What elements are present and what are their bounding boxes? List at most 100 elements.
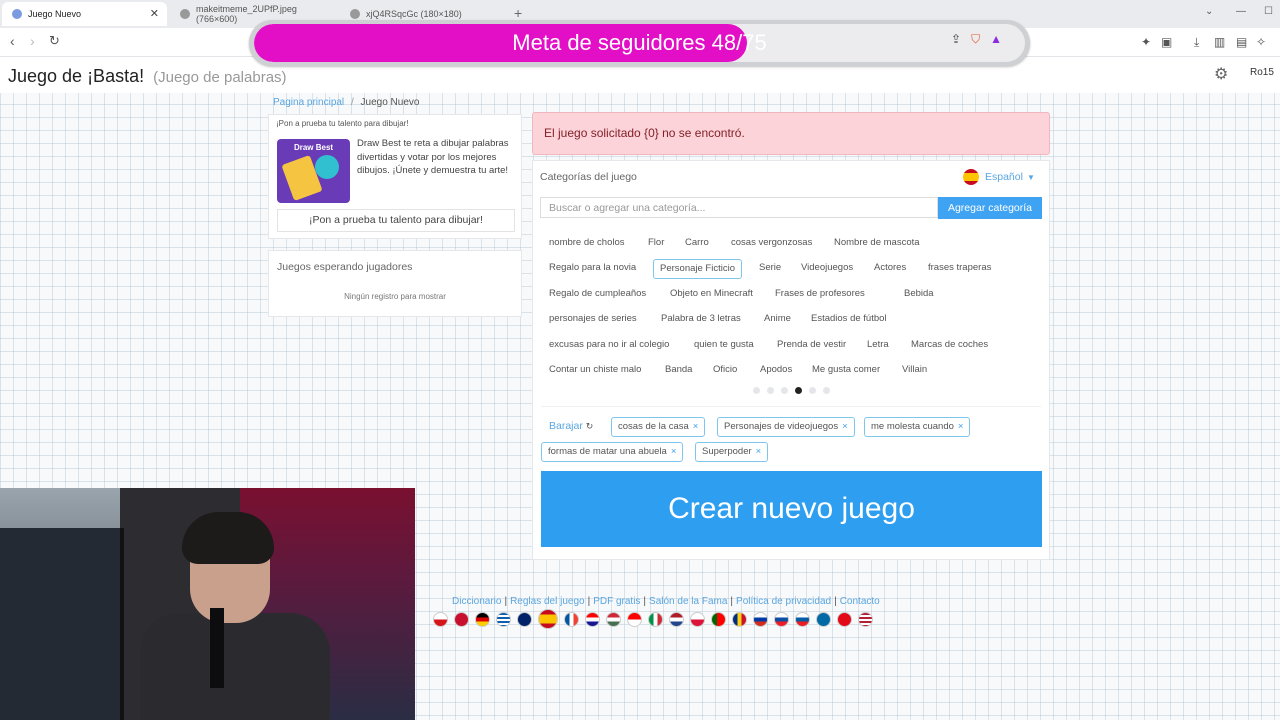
category-chip[interactable]: Frases de profesores (775, 285, 865, 303)
category-chip[interactable]: Regalo para la novia (549, 259, 636, 277)
france-flag-icon[interactable] (564, 612, 579, 627)
category-chip[interactable]: Objeto en Minecraft (670, 285, 753, 303)
shuffle-button[interactable]: Barajar ↻ (549, 420, 593, 432)
portugal-flag-icon[interactable] (711, 612, 726, 627)
category-chip[interactable]: Serie (759, 259, 781, 277)
wallet-icon[interactable]: ▤ (1236, 35, 1247, 49)
slovakia-flag-icon[interactable] (774, 612, 789, 627)
selected-category-tag[interactable]: me molesta cuando × (864, 417, 971, 437)
add-category-button[interactable]: Agregar categoría (938, 197, 1042, 219)
new-tab-button[interactable]: + (514, 5, 522, 21)
draw-best-button[interactable]: ¡Pon a prueba tu talento para dibujar! (277, 209, 515, 232)
sidebar-icon[interactable]: ▥ (1214, 35, 1225, 49)
leo-icon[interactable]: ✧ (1256, 35, 1266, 49)
minimize-icon[interactable]: — (1236, 6, 1246, 17)
carousel-dot[interactable] (809, 387, 816, 394)
category-chip[interactable]: Palabra de 3 letras (661, 310, 741, 328)
hungary-flag-icon[interactable] (606, 612, 621, 627)
category-chip[interactable]: Banda (665, 361, 692, 379)
usa-flag-icon[interactable] (858, 612, 873, 627)
remove-tag-icon[interactable]: × (693, 421, 699, 432)
gear-icon[interactable]: ⚙ (1214, 64, 1228, 84)
footer-link[interactable]: Diccionario (452, 596, 501, 607)
category-chip[interactable]: Marcas de coches (911, 336, 988, 354)
reload-icon[interactable]: ↻ (49, 33, 60, 49)
username[interactable]: Ro15 (1250, 67, 1274, 78)
category-chip[interactable]: Estadios de fútbol (811, 310, 887, 328)
category-chip[interactable]: Contar un chiste malo (549, 361, 641, 379)
category-search-input[interactable]: Buscar o agregar una categoría... (540, 197, 938, 218)
create-game-button[interactable]: Crear nuevo juego (541, 471, 1042, 547)
germany-flag-icon[interactable] (475, 612, 490, 627)
category-chip[interactable]: Actores (874, 259, 906, 277)
russia-flag-icon[interactable] (753, 612, 768, 627)
selected-category-tag[interactable]: Superpoder × (695, 442, 769, 462)
category-chip[interactable]: Apodos (760, 361, 792, 379)
carousel-dot[interactable] (767, 387, 774, 394)
category-chip[interactable]: Carro (685, 234, 709, 252)
spain-flag-icon[interactable] (538, 609, 558, 629)
spain-flag-icon (963, 169, 979, 185)
remove-tag-icon[interactable]: × (756, 446, 762, 457)
footer-link[interactable]: Política de privacidad (736, 596, 831, 607)
remove-tag-icon[interactable]: × (958, 421, 964, 432)
category-chip[interactable]: nombre de cholos (549, 234, 625, 252)
poland-flag-icon[interactable] (690, 612, 705, 627)
carousel-dot[interactable] (823, 387, 830, 394)
selected-category-tag[interactable]: cosas de la casa × (611, 417, 706, 437)
footer-link[interactable]: PDF gratis (593, 596, 640, 607)
language-selector[interactable]: Español ▼ (963, 169, 1035, 185)
category-chip[interactable]: Oficio (713, 361, 737, 379)
selected-category-tag[interactable]: formas de matar una abuela × (541, 442, 684, 462)
browser-tab[interactable]: Juego Nuevo ✕ (2, 2, 167, 26)
category-chip[interactable]: Personaje Ficticio (653, 259, 742, 279)
download-icon[interactable]: ⤓ (1194, 35, 1199, 50)
back-icon[interactable]: ‹ (10, 33, 15, 49)
turkey-flag-icon[interactable] (837, 612, 852, 627)
screenshot-icon[interactable]: ▣ (1161, 35, 1172, 49)
slovenia-flag-icon[interactable] (795, 612, 810, 627)
uk-flag-icon[interactable] (517, 612, 532, 627)
maximize-icon[interactable]: ☐ (1264, 6, 1273, 17)
chevron-down-icon[interactable]: ⌄ (1205, 6, 1213, 17)
category-chip[interactable]: frases traperas (928, 259, 991, 277)
sweden-flag-icon[interactable] (816, 612, 831, 627)
category-chip[interactable]: Anime (764, 310, 791, 328)
netherlands-flag-icon[interactable] (669, 612, 684, 627)
footer-link[interactable]: Reglas del juego (510, 596, 585, 607)
romania-flag-icon[interactable] (732, 612, 747, 627)
category-chip[interactable]: Nombre de mascota (834, 234, 920, 252)
category-chip[interactable]: personajes de series (549, 310, 637, 328)
category-chip[interactable]: Regalo de cumpleaños (549, 285, 646, 303)
denmark-flag-icon[interactable] (454, 612, 469, 627)
monitor-graphic (0, 528, 124, 720)
croatia-flag-icon[interactable] (585, 612, 600, 627)
carousel-dot[interactable] (781, 387, 788, 394)
breadcrumb-home-link[interactable]: Pagina principal (273, 97, 344, 108)
category-chip[interactable]: Me gusta comer (812, 361, 880, 379)
remove-tag-icon[interactable]: × (842, 421, 848, 432)
category-chip[interactable]: excusas para no ir al colegio (549, 336, 669, 354)
footer-link[interactable]: Salón de la Fama (649, 596, 727, 607)
category-chip[interactable]: Letra (867, 336, 889, 354)
carousel-dot[interactable] (753, 387, 760, 394)
footer-link[interactable]: Contacto (840, 596, 880, 607)
selected-category-tag[interactable]: Personajes de videojuegos × (717, 417, 855, 437)
carousel-dot[interactable] (795, 387, 802, 394)
category-chip[interactable]: Videojuegos (801, 259, 853, 277)
indonesia-flag-icon[interactable] (627, 612, 642, 627)
italy-flag-icon[interactable] (648, 612, 663, 627)
category-chip[interactable]: cosas vergonzosas (731, 234, 812, 252)
forward-icon[interactable]: › (30, 33, 35, 49)
category-chip[interactable]: quien te gusta (694, 336, 754, 354)
czech-flag-icon[interactable] (433, 612, 448, 627)
extensions-icon[interactable]: ✦ (1141, 35, 1151, 49)
category-chip[interactable]: Prenda de vestir (777, 336, 846, 354)
draw-best-image[interactable]: Draw Best (277, 139, 350, 203)
category-chip[interactable]: Bebida (904, 285, 934, 303)
category-chip[interactable]: Flor (648, 234, 664, 252)
greece-flag-icon[interactable] (496, 612, 511, 627)
category-chip[interactable]: Villain (902, 361, 927, 379)
remove-tag-icon[interactable]: × (671, 446, 677, 457)
close-tab-icon[interactable]: ✕ (150, 7, 159, 20)
